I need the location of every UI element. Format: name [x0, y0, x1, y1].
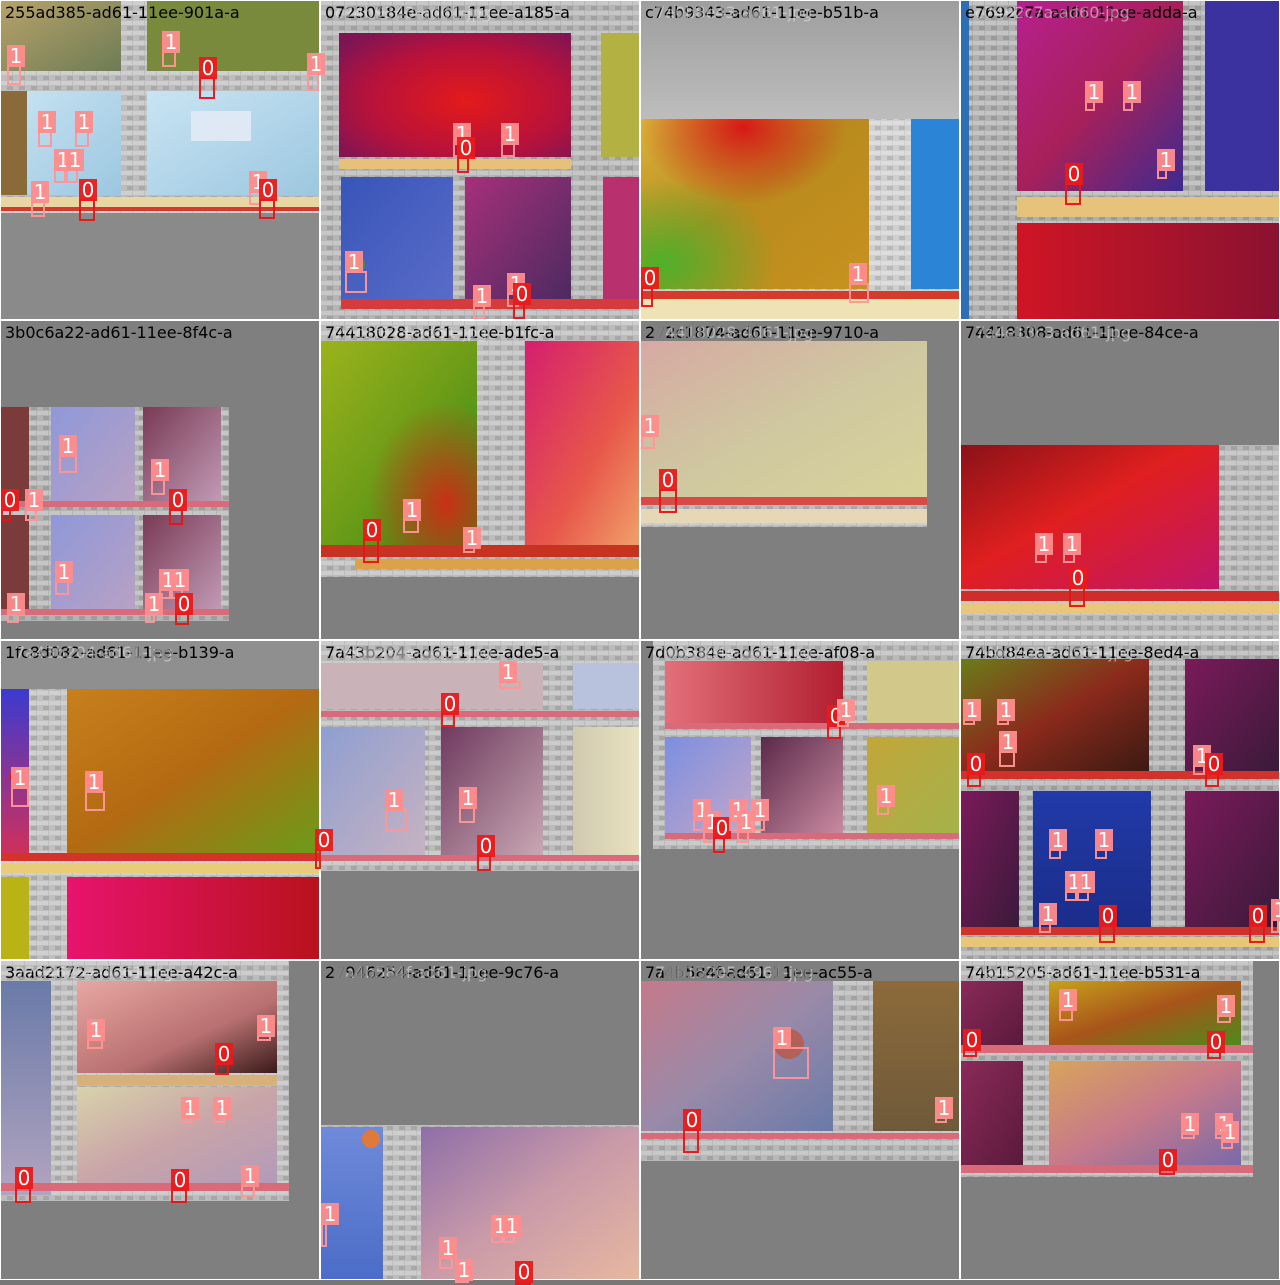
tile-1-scene — [1, 1, 319, 319]
tile-15-scene — [641, 961, 959, 1279]
tile-12-scene — [961, 641, 1279, 959]
tile-14-scene — [321, 961, 639, 1279]
tile-11-scene — [641, 641, 959, 959]
mosaic-tile-7 — [641, 321, 959, 639]
mosaic-tile-15 — [641, 961, 959, 1279]
mosaic-tile-2 — [321, 1, 639, 319]
tile-5-scene — [1, 321, 319, 639]
tile-6-scene — [321, 321, 639, 639]
mosaic-tile-6 — [321, 321, 639, 639]
mosaic-tile-9 — [1, 641, 319, 959]
mosaic-tile-11 — [641, 641, 959, 959]
mosaic-tile-1 — [1, 1, 319, 319]
mosaic-tile-3 — [641, 1, 959, 319]
tile-9-scene — [1, 641, 319, 959]
detection-box: 0 — [515, 1261, 533, 1285]
mosaic-tile-10 — [321, 641, 639, 959]
detection-mosaic: 255ad385-ad61-11ee-901a-a 1 0 1 1 1 1 1 1 1 0 1 0 072… — [0, 0, 1280, 1285]
tile-2-scene — [321, 1, 639, 319]
mosaic-tile-13 — [1, 961, 319, 1279]
tile-16-scene — [961, 961, 1279, 1279]
mosaic-tile-5 — [1, 321, 319, 639]
tile-10-scene — [321, 641, 639, 959]
mosaic-tile-12 — [961, 641, 1279, 959]
mosaic-tile-14 — [321, 961, 639, 1279]
mosaic-tile-16 — [961, 961, 1279, 1279]
tile-4-scene — [961, 1, 1279, 319]
mosaic-tile-8 — [961, 321, 1279, 639]
tile-7-scene — [641, 321, 959, 639]
mosaic-tile-4 — [961, 1, 1279, 319]
tile-8-scene — [961, 321, 1279, 639]
tile-3-scene — [641, 1, 959, 319]
tile-13-scene — [1, 961, 319, 1279]
